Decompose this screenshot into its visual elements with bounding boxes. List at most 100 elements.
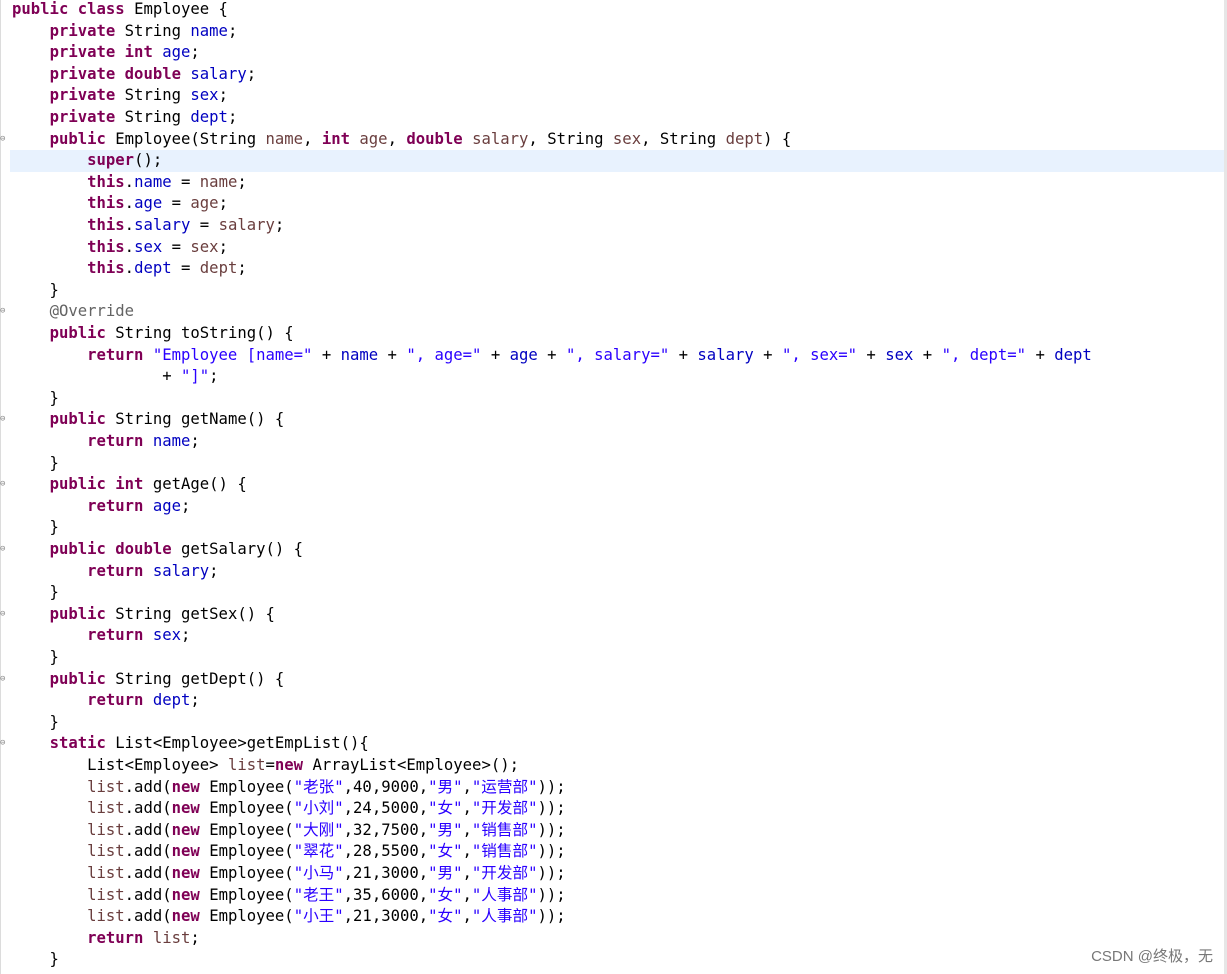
fold-marker-icon[interactable]: ⊖ (0, 301, 8, 323)
code-token: return (87, 432, 153, 450)
code-text: list.add(new Employee("小刘",24,5000,"女","… (12, 798, 566, 820)
code-text: list.add(new Employee("翠花",28,5500,"女","… (12, 841, 566, 863)
code-line[interactable]: return list; (0, 928, 1222, 950)
code-line[interactable]: public String toString() { (0, 323, 1222, 345)
fold-marker-icon[interactable]: ⊖ (0, 409, 8, 431)
code-line[interactable]: } (0, 453, 1222, 475)
fold-marker-icon[interactable]: ⊖ (0, 539, 8, 561)
code-token: list (87, 777, 125, 796)
code-line[interactable]: private double salary; (0, 64, 1222, 86)
code-token: .add( (124, 777, 172, 796)
code-line[interactable]: list.add(new Employee("翠花",28,5500,"女","… (0, 841, 1222, 863)
code-text: } (12, 517, 59, 539)
code-token: age (509, 345, 538, 364)
code-line[interactable]: private String name; (0, 21, 1222, 43)
code-text: public String getName() { (12, 409, 285, 431)
code-line[interactable]: } (0, 647, 1222, 669)
code-token: "男" (428, 864, 463, 882)
code-token: list (87, 842, 125, 861)
code-token: new (171, 907, 210, 926)
code-line[interactable]: } (0, 582, 1222, 604)
code-line[interactable]: list.add(new Employee("老张",40,9000,"男","… (0, 777, 1222, 799)
code-line[interactable]: return sex; (0, 625, 1222, 647)
code-token: )); (537, 799, 566, 818)
code-text: private double salary; (12, 64, 257, 86)
code-token: + (669, 345, 698, 364)
code-line[interactable]: list.add(new Employee("小马",21,3000,"男","… (0, 863, 1222, 885)
code-line[interactable]: return "Employee [name=" + name + ", age… (0, 345, 1222, 367)
code-line[interactable]: ⊖ public String getName() { (0, 409, 1222, 431)
code-line[interactable]: } (0, 712, 1222, 734)
code-line[interactable]: ⊖ @Override (0, 301, 1222, 323)
code-line[interactable]: ⊖ public double getSalary() { (0, 539, 1222, 561)
code-token: list (87, 799, 125, 818)
code-line[interactable]: } (0, 517, 1222, 539)
code-line[interactable]: return salary; (0, 561, 1222, 583)
code-line[interactable]: public class Employee { (0, 0, 1222, 21)
code-token: + (312, 345, 341, 364)
code-token: private int (49, 43, 163, 62)
code-line[interactable]: this.salary = salary; (0, 215, 1222, 237)
code-token: ; (218, 86, 228, 105)
code-token: @Override (49, 302, 135, 321)
code-editor[interactable]: public class Employee { private String n… (0, 0, 1227, 974)
fold-marker-icon[interactable]: ⊖ (0, 604, 8, 626)
code-token: ,24,5000, (343, 799, 429, 818)
code-line[interactable]: ⊖ public int getAge() { (0, 474, 1222, 496)
code-token: ,35,6000, (343, 885, 429, 904)
code-line[interactable]: return dept; (0, 690, 1222, 712)
code-token: age (359, 129, 388, 148)
code-line[interactable]: ⊖ public String getSex() { (0, 604, 1222, 626)
code-line[interactable]: list.add(new Employee("老王",35,6000,"女","… (0, 885, 1222, 907)
code-token: . (124, 194, 135, 213)
code-token: name (265, 129, 304, 148)
code-token: "开发部" (471, 799, 538, 818)
fold-marker-icon[interactable]: ⊖ (0, 129, 8, 151)
code-line[interactable]: } (0, 388, 1222, 410)
code-token: } (12, 950, 59, 969)
code-line[interactable]: ⊖ static List<Employee>getEmpList(){ (0, 733, 1222, 755)
code-line[interactable]: List<Employee> list=new ArrayList<Employ… (0, 755, 1222, 777)
code-line[interactable]: this.name = name; (0, 172, 1222, 194)
code-line[interactable]: list.add(new Employee("大刚",32,7500,"男","… (0, 820, 1222, 842)
code-token: List<Employee> (12, 756, 228, 774)
fold-marker-icon[interactable]: ⊖ (0, 733, 8, 755)
code-token: double (406, 129, 473, 148)
code-line[interactable]: ⊖ public String getDept() { (0, 669, 1222, 691)
code-line[interactable]: private int age; (0, 42, 1222, 64)
code-line[interactable]: private String dept; (0, 107, 1222, 129)
code-token: , (462, 864, 472, 882)
code-line[interactable]: this.sex = sex; (0, 237, 1222, 259)
code-token: ", salary=" (565, 345, 670, 364)
fold-marker-icon[interactable]: ⊖ (0, 669, 8, 691)
code-token: public double (49, 540, 181, 558)
fold-marker-icon[interactable]: ⊖ (0, 474, 8, 496)
code-token: } (12, 388, 59, 407)
code-line[interactable]: this.dept = dept; (0, 258, 1222, 280)
code-line[interactable]: } (0, 949, 1222, 971)
code-line[interactable]: private String sex; (0, 85, 1222, 107)
code-token: )); (537, 842, 566, 861)
code-token: , (462, 885, 472, 904)
code-token: . (124, 216, 135, 234)
code-line[interactable]: super(); (10, 150, 1224, 172)
code-line[interactable]: list.add(new Employee("小刘",24,5000,"女","… (0, 798, 1222, 820)
code-line[interactable]: return age; (0, 496, 1222, 518)
code-line[interactable]: return name; (0, 431, 1222, 453)
code-line[interactable]: this.age = age; (0, 193, 1222, 215)
code-token: .add( (124, 864, 172, 882)
code-line[interactable]: ⊖ public Employee(String name, int age, … (0, 129, 1222, 151)
code-token: dept (152, 691, 191, 710)
code-text: } (12, 647, 59, 669)
code-line[interactable]: + "]"; (0, 366, 1222, 388)
code-text: super(); (12, 150, 162, 172)
code-token: "人事部" (471, 885, 538, 904)
code-text: list.add(new Employee("老王",35,6000,"女","… (12, 885, 566, 907)
code-token: dept (199, 259, 238, 278)
code-line[interactable]: list.add(new Employee("小王",21,3000,"女","… (0, 906, 1222, 928)
code-line[interactable]: } (0, 280, 1222, 302)
